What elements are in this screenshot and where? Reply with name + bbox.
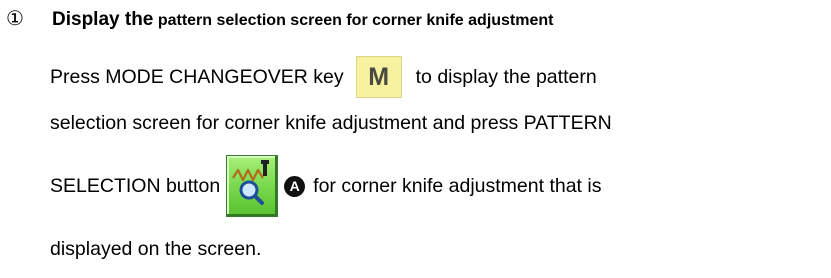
step-number: ① bbox=[6, 6, 24, 30]
step-title-sub: pattern selection screen for corner knif… bbox=[153, 12, 554, 29]
line1-text-before: Press MODE CHANGEOVER key bbox=[50, 65, 344, 88]
mode-key-label: M bbox=[368, 62, 390, 91]
instruction-line-1: Press MODE CHANGEOVER key M to display t… bbox=[50, 54, 597, 100]
line2-text: selection screen for corner knife adjust… bbox=[50, 111, 612, 134]
instruction-line-2: selection screen for corner knife adjust… bbox=[50, 108, 612, 138]
line1-text-after: to display the pattern bbox=[415, 65, 597, 88]
pattern-selection-magnifier-icon bbox=[232, 160, 270, 205]
callout-marker: A bbox=[284, 175, 306, 197]
instruction-line-3: SELECTION button A for corner knife adju… bbox=[50, 152, 601, 220]
step-heading: ① Display the pattern selection screen f… bbox=[6, 6, 553, 32]
line3-text-after: for corner knife adjustment that is bbox=[313, 174, 602, 197]
line4-text: displayed on the screen. bbox=[50, 237, 262, 260]
instruction-step: ① Display the pattern selection screen f… bbox=[0, 0, 831, 278]
pattern-selection-button bbox=[226, 155, 279, 217]
instruction-line-4: displayed on the screen. bbox=[50, 234, 261, 264]
step-title-main: Display the bbox=[52, 9, 154, 30]
line3-text-before: SELECTION button bbox=[50, 174, 221, 197]
mode-changeover-key: M bbox=[355, 56, 402, 98]
